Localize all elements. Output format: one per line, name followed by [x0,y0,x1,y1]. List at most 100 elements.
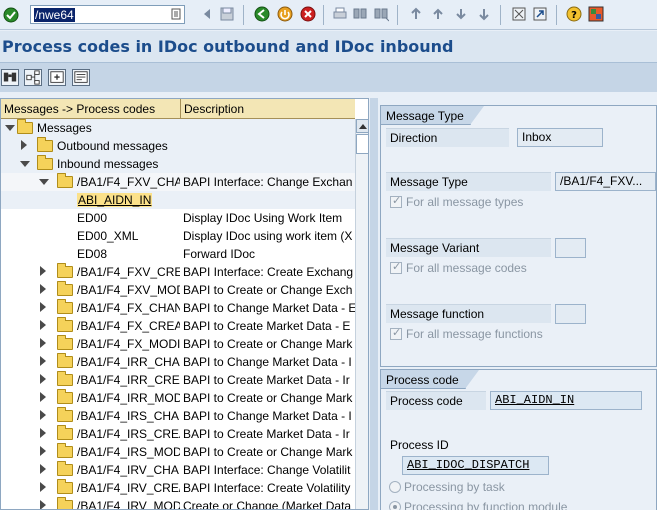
expand-node-icon[interactable] [40,482,46,492]
create-session-icon[interactable] [511,6,527,22]
command-dropdown-icon[interactable] [171,8,181,20]
folder-icon [57,407,73,422]
message-type-field[interactable]: /BA1/F4_FXV... [555,172,656,191]
svg-text:?: ? [571,10,577,21]
shortcut-icon[interactable] [532,6,548,22]
tree-row[interactable]: /BA1/F4_IRV_CHA BAPI Interface: Change Vo… [1,461,355,479]
find-next-icon[interactable] [373,6,389,22]
tree-row[interactable]: /BA1/F4_IRR_MOD BAPI to Create or Change … [1,389,355,407]
tree-node-label: Outbound messages [57,139,168,153]
process-code-tree: Messages -> Process codes Description Me… [0,98,369,510]
tree-node-cell: Inbound messages [1,155,180,173]
expand-node-icon[interactable] [40,284,46,294]
folder-icon [57,371,73,386]
enter-icon[interactable] [3,7,19,23]
find-icon[interactable] [352,6,368,22]
hierarchy-icon[interactable] [24,69,42,86]
tree-row[interactable]: /BA1/F4_IRR_CHAI BAPI to Change Market Da… [1,353,355,371]
folder-icon [57,497,73,509]
message-type-label: Message Type [386,172,551,191]
previous-page-icon[interactable] [430,6,446,22]
expand-node-icon[interactable] [40,356,46,366]
tree-node-label: ED08 [77,247,108,261]
tree-row[interactable]: Outbound messages [1,137,355,155]
all-message-functions-checkbox[interactable]: For all message functions [390,326,590,343]
expand-node-icon[interactable] [40,302,46,312]
all-message-codes-checkbox[interactable]: For all message codes [390,260,590,277]
tree-row[interactable]: /BA1/F4_FX_MODI BAPI to Create or Change … [1,335,355,353]
splitter[interactable] [370,98,378,510]
column-header-messages[interactable]: Messages -> Process codes [1,99,180,119]
tree-node-label: /BA1/F4_FX_CREA [77,319,180,333]
expand-node-icon[interactable] [40,320,46,330]
tree-node-description: BAPI Interface: Create Exchang [183,265,354,279]
scroll-up-button[interactable] [356,119,368,133]
processing-by-task-radio[interactable]: Processing by task [389,480,589,496]
save-icon[interactable] [219,6,235,22]
scroll-thumb[interactable] [356,134,368,154]
all-message-types-checkbox[interactable]: For all message types [390,194,590,211]
processing-by-function-module-radio[interactable]: Processing by function module [389,500,609,510]
tree-row[interactable]: /BA1/F4_IRR_CREA BAPI to Create Market Da… [1,371,355,389]
process-code-field[interactable]: ABI_AIDN_IN [490,391,642,410]
last-page-icon[interactable] [476,6,492,22]
tree-row[interactable]: /BA1/F4_IRS_CREA BAPI to Create Market Da… [1,425,355,443]
expand-node-icon[interactable] [40,392,46,402]
tree-row[interactable]: Inbound messages [1,155,355,173]
vertical-scrollbar[interactable] [355,119,368,509]
tree-rows: Messages Outbound messages Inbound message… [1,119,355,509]
tree-row[interactable]: Messages [1,119,355,137]
message-variant-field[interactable] [555,238,586,258]
direction-field[interactable]: Inbox [517,128,603,147]
tree-row[interactable]: /BA1/F4_IRV_CRE/BAPI Interface: Create V… [1,479,355,497]
process-id-field[interactable]: ABI_IDOC_DISPATCH [402,456,549,475]
tree-row[interactable]: ED08 Forward IDoc [1,245,355,263]
binoculars-icon[interactable] [1,69,19,86]
tree-row[interactable]: ED00 Display IDoc Using Work Item [1,209,355,227]
tree-node-label: ED00_XML [77,229,139,243]
expand-node-icon[interactable] [21,140,27,150]
tree-row[interactable]: /BA1/F4_IRS_MOD BAPI to Create or Change … [1,443,355,461]
tree-row[interactable]: ABI_AIDN_IN [1,191,355,209]
tree-node-label: /BA1/F4_IRS_CREA [77,427,180,441]
expand-node-icon[interactable] [40,428,46,438]
message-function-field[interactable] [555,304,586,324]
help-icon[interactable]: ? [566,6,582,22]
expand-node-icon[interactable] [40,374,46,384]
tree-node-cell: Outbound messages [1,137,180,155]
expand-subtree-icon[interactable] [48,69,66,86]
next-page-icon[interactable] [453,6,469,22]
message-variant-label: Message Variant [386,238,551,257]
all-message-functions-label: For all message functions [406,327,543,341]
layout-icon[interactable] [588,6,604,22]
tree-row[interactable]: ED00_XML Display IDoc using work item (X [1,227,355,245]
display-icon[interactable] [72,69,90,86]
back-arrow-icon[interactable] [199,6,215,22]
tree-row[interactable]: /BA1/F4_FX_CHAN BAPI to Change Market Dat… [1,299,355,317]
folder-icon [57,317,73,332]
expand-node-icon[interactable] [40,338,46,348]
cancel-icon[interactable] [300,6,316,22]
page-title: Process codes in IDoc outbound and IDoc … [2,37,454,56]
exit-icon[interactable] [277,6,293,22]
tree-row[interactable]: /BA1/F4_FXV_CREA BAPI Interface: Create E… [1,263,355,281]
expand-node-icon[interactable] [40,266,46,276]
tree-row[interactable]: /BA1/F4_FXV_CHA BAPI Interface: Change Ex… [1,173,355,191]
collapse-node-icon[interactable] [39,179,49,185]
expand-node-icon[interactable] [40,500,46,509]
back-icon[interactable] [254,6,270,22]
tree-row[interactable]: /BA1/F4_FX_CREA BAPI to Create Market Dat… [1,317,355,335]
tree-node-label: /BA1/F4_IRR_CHAI [77,355,180,369]
command-field[interactable]: /nwe64 [30,5,185,24]
print-icon[interactable] [332,6,348,22]
tree-row[interactable]: /BA1/F4_FXV_MOD BAPI to Create or Change … [1,281,355,299]
collapse-node-icon[interactable] [20,161,30,167]
expand-node-icon[interactable] [40,410,46,420]
tree-row[interactable]: /BA1/F4_IRS_CHAI BAPI to Change Market Da… [1,407,355,425]
tree-row[interactable]: /BA1/F4_IRV_MOD Create or Change (Market … [1,497,355,509]
first-page-icon[interactable] [408,6,424,22]
expand-node-icon[interactable] [40,446,46,456]
expand-node-icon[interactable] [40,464,46,474]
collapse-node-icon[interactable] [5,125,15,131]
column-header-description[interactable]: Description [181,99,355,119]
